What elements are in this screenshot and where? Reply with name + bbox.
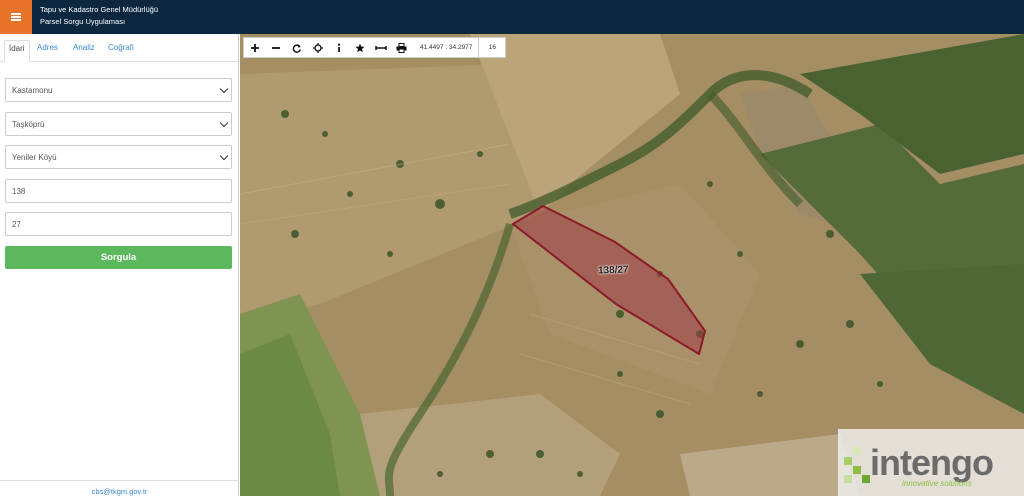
district-select[interactable]: Taşköprü — [5, 112, 232, 136]
zoom-out-icon[interactable] — [265, 37, 286, 58]
star-icon[interactable] — [349, 37, 370, 58]
hamburger-icon — [11, 13, 21, 21]
logo-text: intengo — [870, 442, 994, 483]
parcel-polygon[interactable] — [240, 34, 1024, 496]
chevron-down-icon — [219, 118, 229, 128]
locate-icon[interactable] — [307, 37, 328, 58]
block-input[interactable]: 138 — [5, 179, 232, 203]
measure-icon[interactable] — [370, 37, 391, 58]
sidebar: İdari Adres Analiz Coğrafi Kastamonu Taş… — [0, 34, 239, 496]
neighborhood-value: Yeniler Köyü — [12, 152, 57, 162]
parcel-input[interactable]: 27 — [5, 212, 232, 236]
app-title-line2: Parsel Sorgu Uygulaması — [40, 17, 126, 26]
intengo-mark-icon — [844, 447, 870, 483]
parcel-label: 138/27 — [597, 264, 629, 277]
sidebar-tabs: İdari Adres Analiz Coğrafi — [0, 34, 239, 62]
tab-idari[interactable]: İdari — [4, 40, 30, 62]
province-value: Kastamonu — [12, 85, 53, 95]
print-icon[interactable] — [391, 37, 412, 58]
logo-tagline: innovative solutions — [902, 479, 972, 488]
tab-adres[interactable]: Adres — [33, 40, 62, 62]
coordinate-readout: 41.4497 : 34.2977 — [412, 37, 480, 58]
parcel-value: 27 — [12, 219, 21, 229]
chevron-down-icon — [219, 151, 229, 161]
zoom-level: 16 — [488, 44, 497, 51]
district-value: Taşköprü — [12, 119, 45, 129]
neighborhood-select[interactable]: Yeniler Köyü — [5, 145, 232, 169]
province-select[interactable]: Kastamonu — [5, 78, 232, 102]
zoom-in-icon[interactable] — [244, 37, 265, 58]
footer-divider — [0, 480, 239, 481]
map-view[interactable]: 138/27 41.4497 : 34.2977 16 intengo inno… — [240, 34, 1024, 496]
tab-analiz[interactable]: Analiz — [69, 40, 99, 62]
contact-email-link[interactable]: cbs@tkgm.gov.tr — [0, 487, 239, 496]
chevron-down-icon — [219, 84, 229, 94]
intengo-logo: intengo innovative solutions — [838, 429, 1024, 496]
map-toolbar: 41.4497 : 34.2977 16 — [243, 37, 507, 58]
tab-cografi[interactable]: Coğrafi — [104, 40, 138, 62]
block-value: 138 — [12, 186, 26, 196]
app-title-line1: Tapu ve Kadastro Genel Müdürlüğü — [40, 5, 158, 14]
app-header: Tapu ve Kadastro Genel Müdürlüğü Parsel … — [0, 0, 1024, 34]
info-icon[interactable] — [328, 37, 349, 58]
query-button[interactable]: Sorgula — [5, 246, 232, 269]
menu-button[interactable] — [0, 0, 32, 34]
refresh-icon[interactable] — [286, 37, 307, 58]
